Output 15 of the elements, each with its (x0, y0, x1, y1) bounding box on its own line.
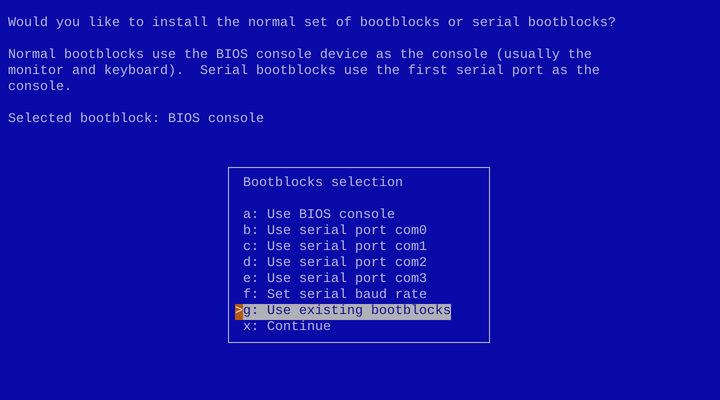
menu-item[interactable]: b: Use serial port com0 (243, 224, 427, 240)
menu-item[interactable]: c: Use serial port com1 (243, 240, 427, 256)
question-text: Would you like to install the normal set of bootblocks or serial bootblocks? (8, 16, 616, 32)
menu-item[interactable]: f: Set serial baud rate (243, 288, 427, 304)
menu-title: Bootblocks selection (243, 176, 403, 192)
description-text: console. (8, 80, 72, 96)
description-text: Normal bootblocks use the BIOS console device as the console (usually the (8, 48, 592, 64)
menu-item[interactable]: e: Use serial port com3 (243, 272, 427, 288)
menu-item[interactable]: a: Use BIOS console (243, 208, 395, 224)
status-text: Selected bootblock: BIOS console (8, 112, 264, 128)
description-text: monitor and keyboard). Serial bootblocks use the first serial port as the (8, 64, 600, 80)
menu-cursor: > (235, 304, 243, 320)
menu-item[interactable]: g: Use existing bootblocks (243, 304, 451, 320)
menu-item[interactable]: x: Continue (243, 320, 331, 336)
menu-item[interactable]: d: Use serial port com2 (243, 256, 427, 272)
